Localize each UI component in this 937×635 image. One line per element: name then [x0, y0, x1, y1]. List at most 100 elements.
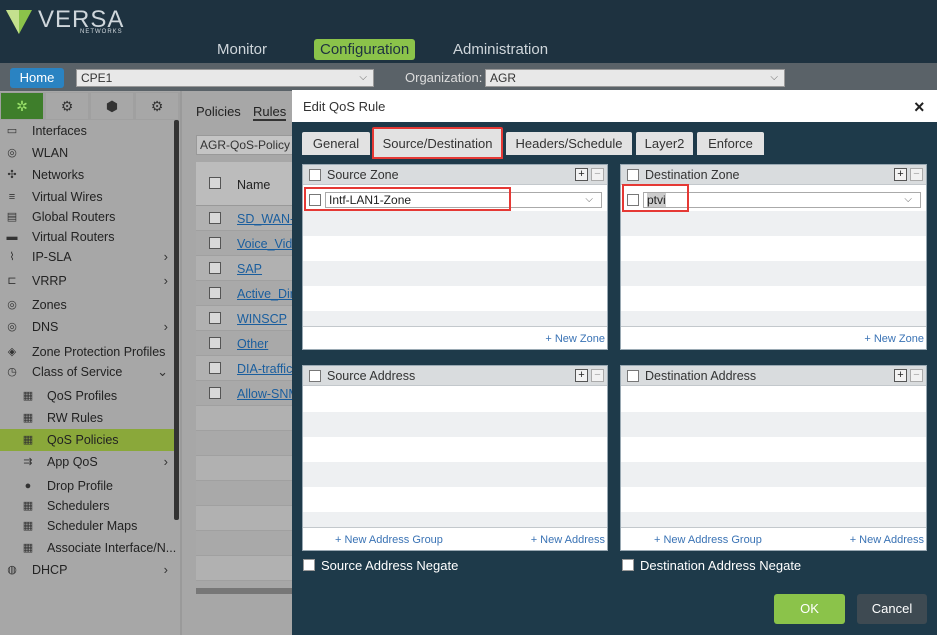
add-icon[interactable]: +: [575, 168, 588, 181]
source-address-negate[interactable]: Source Address Negate: [303, 558, 458, 573]
rule-name-link[interactable]: Other: [237, 337, 294, 351]
remove-icon[interactable]: −: [591, 168, 604, 181]
settings-tab-icon[interactable]: ⚙: [46, 93, 88, 119]
select-all-checkbox[interactable]: [627, 169, 639, 181]
tab-headers-schedule[interactable]: Headers/Schedule: [506, 132, 632, 155]
row-checkbox[interactable]: [209, 312, 221, 324]
sidebar-item[interactable]: ▤ Global Routers: [0, 206, 174, 228]
destination-address-negate[interactable]: Destination Address Negate: [622, 558, 801, 573]
nav-monitor[interactable]: Monitor: [211, 39, 273, 60]
networks-icon: ✣: [7, 169, 17, 181]
sidebar-item[interactable]: ◎ WLAN: [0, 142, 174, 164]
table-row: [196, 456, 294, 481]
tab-layer2[interactable]: Layer2: [636, 132, 693, 155]
nav-administration[interactable]: Administration: [447, 39, 554, 60]
device-select[interactable]: CPE1 ⌵: [76, 69, 374, 87]
rule-name-link[interactable]: Active_Dir: [237, 287, 294, 301]
sidebar-item[interactable]: ▦ QoS Profiles: [0, 385, 174, 407]
row-checkbox[interactable]: [209, 387, 221, 399]
ok-button[interactable]: OK: [774, 594, 845, 624]
tab-enforce[interactable]: Enforce: [697, 132, 764, 155]
destination-negate-checkbox[interactable]: [622, 559, 634, 571]
sidebar-item[interactable]: ◈ Zone Protection Profiles: [0, 341, 174, 363]
chevron-right-icon[interactable]: ›: [164, 246, 168, 268]
remove-icon[interactable]: −: [591, 369, 604, 382]
cancel-button[interactable]: Cancel: [857, 594, 927, 624]
sidebar-item[interactable]: ▦ Schedulers: [0, 495, 174, 517]
add-icon[interactable]: +: [575, 369, 588, 382]
dhcp-icon: ◍: [7, 564, 17, 576]
list-row: [303, 311, 607, 327]
new-zone-link[interactable]: + New Zone: [545, 333, 605, 345]
grid-scrollbar[interactable]: [196, 588, 294, 594]
tab-policies[interactable]: Policies: [196, 104, 241, 119]
rule-name-link[interactable]: WINSCP: [237, 312, 294, 326]
table-row: [196, 406, 294, 431]
row-checkbox[interactable]: [209, 337, 221, 349]
home-button[interactable]: Home: [10, 68, 64, 88]
sidebar-item[interactable]: ▦ Scheduler Maps: [0, 515, 174, 537]
sidebar-item[interactable]: ≡ Virtual Wires: [0, 186, 174, 208]
chevron-right-icon[interactable]: ›: [164, 270, 168, 292]
services-tab-icon[interactable]: ⚙: [136, 93, 178, 119]
row-checkbox[interactable]: [209, 237, 221, 249]
row-checkbox[interactable]: [209, 262, 221, 274]
select-all-checkbox[interactable]: [309, 169, 321, 181]
panel-title: Source Zone: [327, 168, 399, 182]
new-address-group-link[interactable]: + New Address Group: [335, 534, 443, 546]
sidebar-item[interactable]: ◷ Class of Service ⌄: [0, 361, 174, 383]
select-all-checkbox[interactable]: [627, 370, 639, 382]
chevron-right-icon[interactable]: ›: [164, 316, 168, 338]
chevron-right-icon[interactable]: ›: [164, 451, 168, 473]
rule-name-link[interactable]: DIA-traffic: [237, 362, 294, 376]
rule-name-link[interactable]: SAP: [237, 262, 294, 276]
sidebar-item[interactable]: ◎ DNS ›: [0, 316, 174, 338]
sidebar-item-label: Virtual Routers: [32, 230, 115, 244]
new-zone-link[interactable]: + New Zone: [864, 333, 924, 345]
organization-select[interactable]: AGR ⌵: [485, 69, 785, 87]
sidebar-item[interactable]: ◎ Zones: [0, 294, 174, 316]
sidebar-item[interactable]: ▬ Virtual Routers: [0, 226, 174, 248]
add-icon[interactable]: +: [894, 168, 907, 181]
sidebar-item[interactable]: ⌇ IP-SLA ›: [0, 246, 174, 268]
select-all-checkbox[interactable]: [209, 177, 221, 189]
sidebar-item[interactable]: ✣ Networks: [0, 164, 174, 186]
rule-name-link[interactable]: Voice_Vide: [237, 237, 294, 251]
remove-icon[interactable]: −: [910, 369, 923, 382]
new-address-link[interactable]: + New Address: [850, 534, 924, 546]
chevron-right-icon[interactable]: ›: [164, 559, 168, 581]
new-address-link[interactable]: + New Address: [531, 534, 605, 546]
policy-select[interactable]: AGR-QoS-Policy: [196, 135, 294, 155]
nav-configuration[interactable]: Configuration: [314, 39, 416, 60]
chevron-down-icon[interactable]: ⌄: [157, 361, 168, 383]
sidebar-item[interactable]: ⇉ App QoS ›: [0, 451, 174, 473]
rule-name-link[interactable]: SD_WAN-I: [237, 212, 294, 226]
add-icon[interactable]: +: [894, 369, 907, 382]
select-all-checkbox[interactable]: [309, 370, 321, 382]
sidebar-item[interactable]: ▦ RW Rules: [0, 407, 174, 429]
sidebar-item[interactable]: ▭ Interfaces: [0, 120, 174, 142]
objects-tab-icon[interactable]: ⬢: [91, 93, 133, 119]
sidebar-item[interactable]: ▦ Associate Interface/N...: [0, 537, 176, 559]
sidebar-item[interactable]: ⊏ VRRP ›: [0, 270, 174, 292]
remove-icon[interactable]: −: [910, 168, 923, 181]
tab-source-destination[interactable]: Source/Destination: [372, 127, 503, 159]
row-checkbox[interactable]: [209, 362, 221, 374]
source-negate-checkbox[interactable]: [303, 559, 315, 571]
network-tab-icon[interactable]: ✲: [1, 93, 43, 119]
sidebar-item[interactable]: ◍ DHCP ›: [0, 559, 174, 581]
tab-rules[interactable]: Rules: [253, 104, 287, 121]
virtual-routers-icon: ▬: [6, 231, 18, 243]
new-address-group-link[interactable]: + New Address Group: [654, 534, 762, 546]
sidebar-item[interactable]: ▦ QoS Policies: [0, 429, 174, 451]
close-icon[interactable]: ×: [914, 97, 925, 118]
qos-policies-icon: ▦: [22, 434, 34, 446]
row-checkbox[interactable]: [209, 287, 221, 299]
sidebar-item[interactable]: ● Drop Profile: [0, 475, 174, 497]
sidebar-scrollbar[interactable]: [174, 120, 179, 520]
row-checkbox[interactable]: [209, 212, 221, 224]
zone-protection-icon: ◈: [7, 346, 17, 358]
rule-name-link[interactable]: Allow-SNM: [237, 387, 294, 401]
tab-general[interactable]: General: [302, 132, 370, 155]
source-address-panel: Source Address + − + New Address Group +…: [302, 365, 608, 551]
